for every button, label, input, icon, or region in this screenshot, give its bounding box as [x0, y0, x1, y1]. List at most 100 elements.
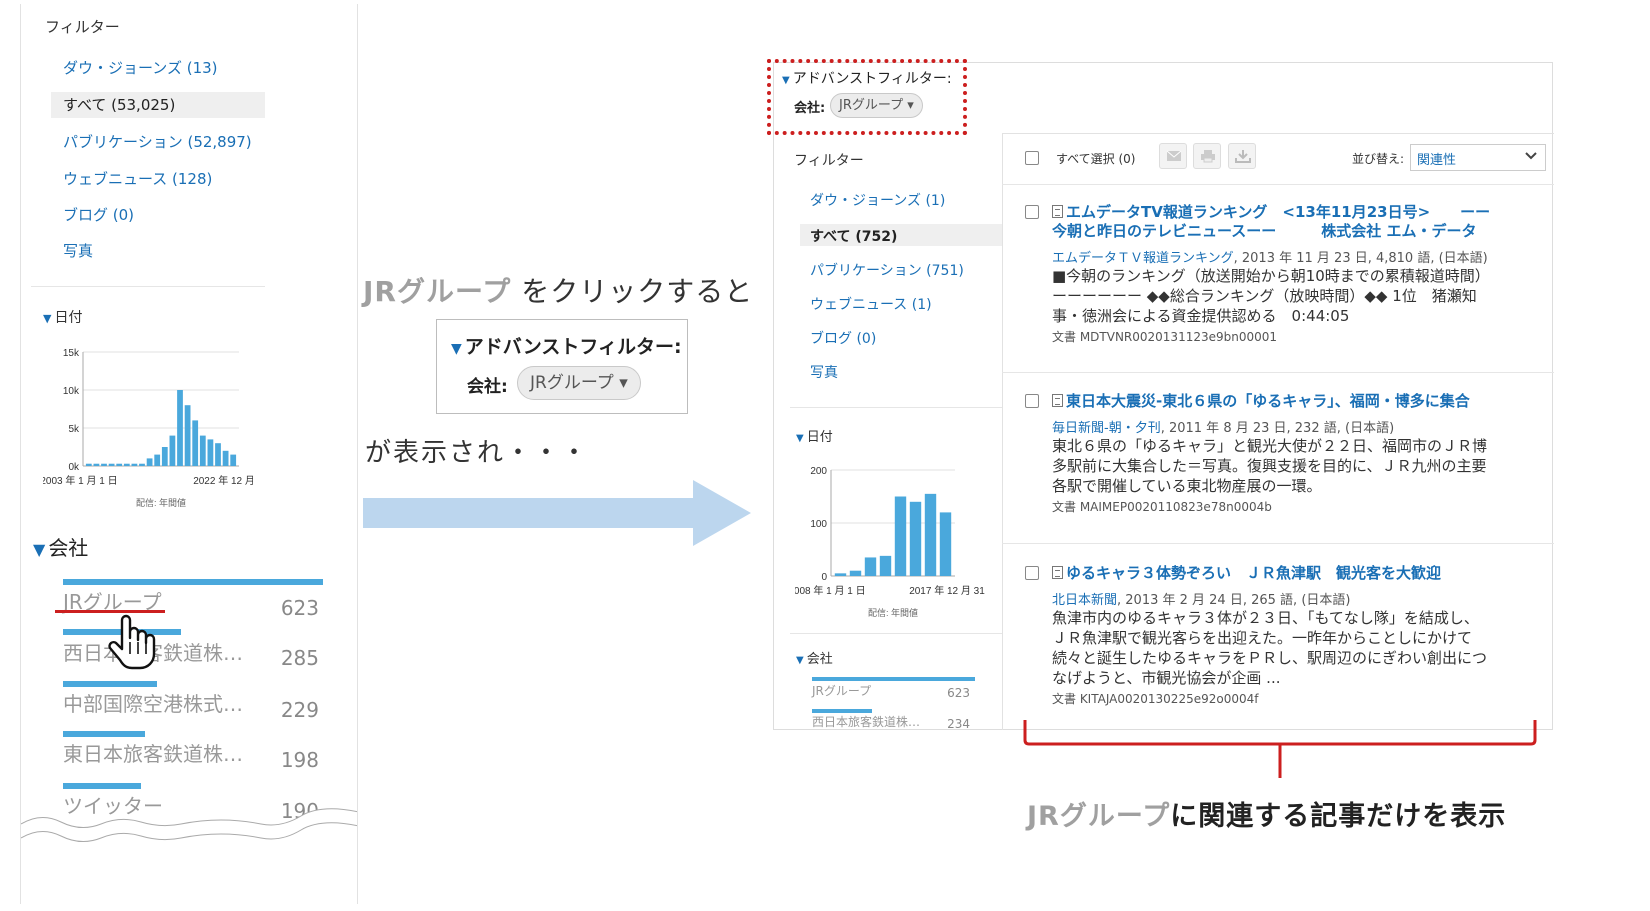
article-checkbox[interactable] — [1025, 205, 1039, 219]
advanced-filter-title: ▼ アドバンストフィルター: — [451, 336, 682, 358]
filter-publications[interactable]: パブリケーション (751) — [810, 260, 964, 280]
filter-all[interactable]: すべて (53,025) — [63, 94, 175, 115]
document-icon — [1052, 205, 1063, 218]
company-jr-west[interactable]: 西日本旅客鉄道株… — [812, 713, 920, 730]
company-count: 234 — [947, 717, 970, 731]
document-id: 文書 MAIMEP0020110823e78n0004b — [1052, 500, 1272, 514]
divider — [31, 286, 265, 287]
article-source[interactable]: エムデータＴＶ報道ランキング — [1052, 251, 1234, 266]
date-histogram-left[interactable]: 15k 10k 5k 0k2003 年 1 月 1 日 2022 年 12 月 31 配信… — [43, 340, 253, 520]
company-filter-pill: JRグループ ▾ — [517, 366, 641, 400]
filter-webnews[interactable]: ウェブニュース (128) — [63, 168, 212, 189]
filter-photos[interactable]: 写真 — [810, 362, 838, 382]
article-checkbox[interactable] — [1025, 394, 1039, 408]
y-tick-label: 0 — [821, 572, 827, 583]
triangle-down-icon: ▼ — [33, 540, 46, 559]
article-title-cont[interactable]: 今朝と昨日のテレビニュースーー 株式会社 エム・データ — [1052, 222, 1532, 241]
histogram-bar — [939, 512, 952, 576]
histogram-bar — [199, 435, 206, 466]
histogram-bar — [154, 454, 161, 466]
histogram-bar — [116, 463, 123, 466]
article-title[interactable]: 東日本大震災-東北６県の「ゆるキャラ」、福岡・博多に集合 — [1052, 392, 1532, 411]
histogram-bar — [123, 463, 130, 466]
y-tick-label: 100 — [810, 519, 827, 530]
chevron-down-icon — [1525, 151, 1537, 164]
company-count: 623 — [280, 596, 319, 620]
select-all-checkbox[interactable] — [1025, 151, 1039, 165]
email-button[interactable] — [1159, 143, 1187, 169]
company-bar-4 — [63, 731, 145, 737]
histogram-bar — [849, 570, 862, 576]
article-checkbox[interactable] — [1025, 566, 1039, 580]
histogram-bar — [93, 463, 100, 466]
company-count: 229 — [280, 698, 319, 722]
divider — [790, 633, 1002, 634]
histogram-bar — [207, 439, 214, 466]
article-source[interactable]: 北日本新聞 — [1052, 593, 1117, 608]
divider — [1002, 543, 1554, 544]
company-bar-3 — [63, 681, 157, 687]
filter-publications[interactable]: パブリケーション (52,897) — [63, 131, 252, 152]
company-bar-1 — [63, 579, 323, 585]
mail-icon — [1166, 150, 1182, 161]
y-tick-label: 5k — [68, 424, 80, 435]
company-label: 会社: — [467, 377, 508, 397]
divider — [1002, 184, 1554, 185]
histogram-bar — [894, 496, 907, 576]
company-filter-pill[interactable]: JRグループ ▾ — [830, 93, 923, 118]
histogram-bar — [909, 501, 922, 576]
triangle-down-icon: ▼ — [796, 433, 804, 444]
histogram-bar — [230, 454, 237, 466]
histogram-bar — [177, 390, 183, 466]
date-section-header[interactable]: ▼ 日付 — [796, 426, 833, 445]
print-button[interactable] — [1193, 143, 1221, 169]
filter-blogs[interactable]: ブログ (0) — [63, 204, 134, 225]
filter-title: フィルター — [794, 153, 864, 169]
filter-dowjones[interactable]: ダウ・ジョーンズ (1) — [810, 190, 945, 210]
date-histogram-right[interactable]: 200 100 02008 年 1 月 1 日 2017 年 12 月 31 配信: 年… — [795, 458, 995, 624]
company-section-header[interactable]: ▼ 会社 — [796, 648, 833, 667]
company-bar-1 — [812, 677, 975, 681]
document-icon — [1052, 566, 1063, 579]
article-title[interactable]: エムデータTV報道ランキング <13年11月23日号> ーー — [1052, 203, 1532, 222]
article-source[interactable]: 毎日新聞-朝・夕刊 — [1052, 421, 1161, 436]
date-section-header[interactable]: ▼ 日付 — [43, 307, 82, 327]
filter-dowjones[interactable]: ダウ・ジョーンズ (13) — [63, 57, 218, 78]
article-1: エムデータTV報道ランキング <13年11月23日号> ーー 今朝と昨日のテレビ… — [1052, 203, 1532, 345]
histogram-bar — [924, 493, 937, 576]
histogram-bar — [192, 420, 199, 466]
histogram-bar — [146, 458, 153, 466]
filter-photos[interactable]: 写真 — [63, 240, 93, 261]
divider — [1002, 372, 1554, 373]
company-chubu-airport[interactable]: 中部国際空港株式… — [63, 688, 243, 717]
company-jr-group[interactable]: JRグループ — [812, 682, 871, 699]
company-section-header[interactable]: ▼ 会社 — [33, 532, 88, 561]
article-3: ゆるキャラ３体勢ぞろい ＪＲ魚津駅 観光客を大歓迎 北日本新聞, 2013 年 … — [1052, 564, 1532, 707]
sort-select[interactable]: 関連性 — [1410, 144, 1546, 171]
y-tick-label: 15k — [63, 348, 80, 359]
histogram-bar — [879, 555, 892, 576]
document-id: 文書 KITAJA0020130225e92o0004f — [1052, 692, 1259, 706]
article-snippet: ■今朝のランキング（放送開始から朝10時までの累積報道時間） ーーーーーー ◆◆… — [1052, 267, 1490, 325]
article-2: 東日本大震災-東北６県の「ゆるキャラ」、福岡・博多に集合 毎日新聞-朝・夕刊, … — [1052, 392, 1532, 515]
sort-value: 関連性 — [1417, 153, 1457, 168]
torn-edge — [21, 808, 357, 904]
hand-cursor-icon — [108, 614, 156, 670]
company-count: 198 — [280, 748, 319, 772]
article-snippet: 東北６県の「ゆるキャラ」と観光大使が２２日、福岡市のＪＲ博 多駅前に大集合した＝… — [1052, 437, 1488, 495]
filter-webnews[interactable]: ウェブニュース (1) — [810, 294, 932, 314]
x-tick-label: 2022 年 12 月 31 — [193, 474, 253, 487]
filter-blogs[interactable]: ブログ (0) — [810, 328, 876, 348]
y-tick-label: 0k — [68, 462, 80, 473]
advanced-filter-title[interactable]: ▼ アドバンストフィルター: — [782, 68, 952, 88]
download-button[interactable] — [1228, 143, 1256, 169]
company-count: 623 — [947, 686, 970, 700]
print-icon — [1201, 150, 1215, 163]
divider — [1002, 133, 1003, 730]
company-jr-east[interactable]: 東日本旅客鉄道株… — [63, 738, 243, 767]
article-meta: 北日本新聞, 2013 年 2 月 24 日, 265 語, (日本語) — [1052, 593, 1351, 608]
chart-caption: 配信: 年間値 — [868, 607, 918, 618]
article-title[interactable]: ゆるキャラ３体勢ぞろい ＪＲ魚津駅 観光客を大歓迎 — [1052, 564, 1532, 583]
company-count: 285 — [280, 646, 319, 670]
filter-all[interactable]: すべて (752) — [810, 226, 897, 246]
